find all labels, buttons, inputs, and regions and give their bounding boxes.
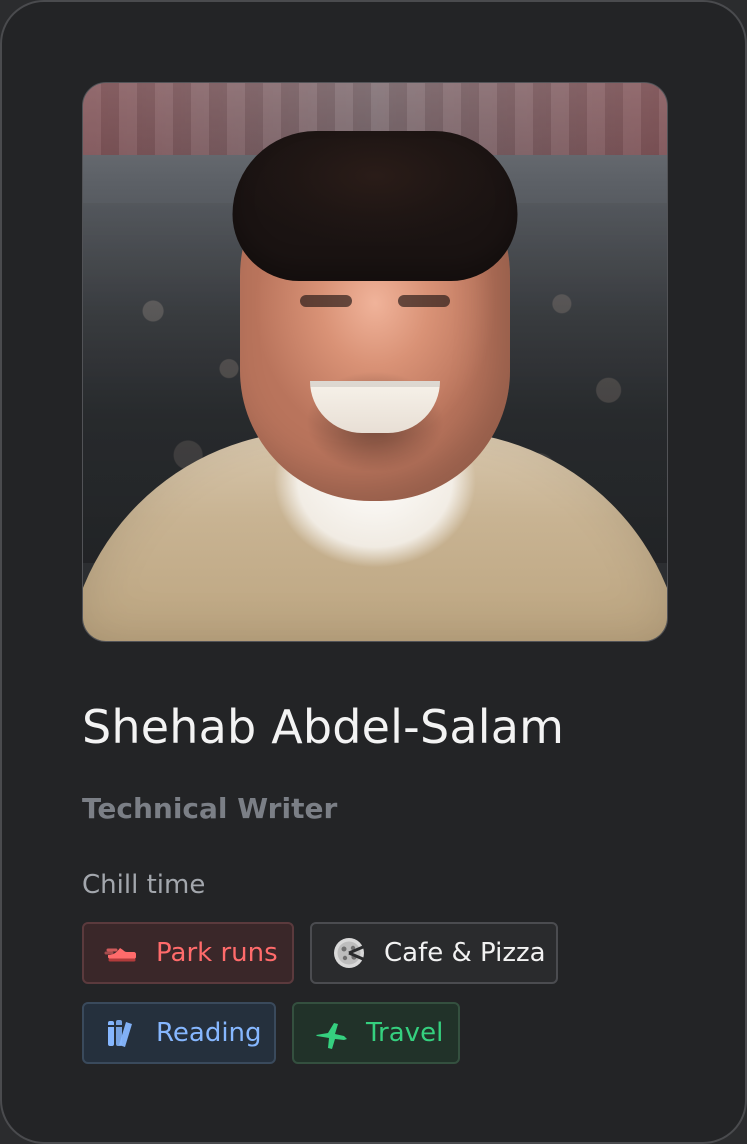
photo-hair (232, 131, 518, 281)
interest-label: Reading (156, 1018, 262, 1048)
interests-title: Chill time (82, 870, 206, 900)
profile-photo (82, 82, 668, 642)
profile-role: Technical Writer (82, 792, 338, 825)
interest-chip-cafe-pizza[interactable]: Cafe & Pizza (310, 922, 558, 984)
profile-card: Shehab Abdel-Salam Technical Writer Chil… (0, 0, 747, 1144)
interest-chip-travel[interactable]: Travel (292, 1002, 460, 1064)
interest-label: Travel (366, 1018, 444, 1048)
photo-person (83, 121, 667, 641)
interest-label: Park runs (156, 938, 278, 968)
interest-label: Cafe & Pizza (384, 938, 546, 968)
interest-chip-park-runs[interactable]: Park runs (82, 922, 294, 984)
sneaker-icon (102, 934, 140, 972)
pizza-icon (330, 934, 368, 972)
interest-chip-reading[interactable]: Reading (82, 1002, 276, 1064)
books-icon (102, 1014, 140, 1052)
photo-eyes (290, 289, 460, 313)
profile-name: Shehab Abdel-Salam (82, 700, 565, 754)
airplane-icon (312, 1014, 350, 1052)
